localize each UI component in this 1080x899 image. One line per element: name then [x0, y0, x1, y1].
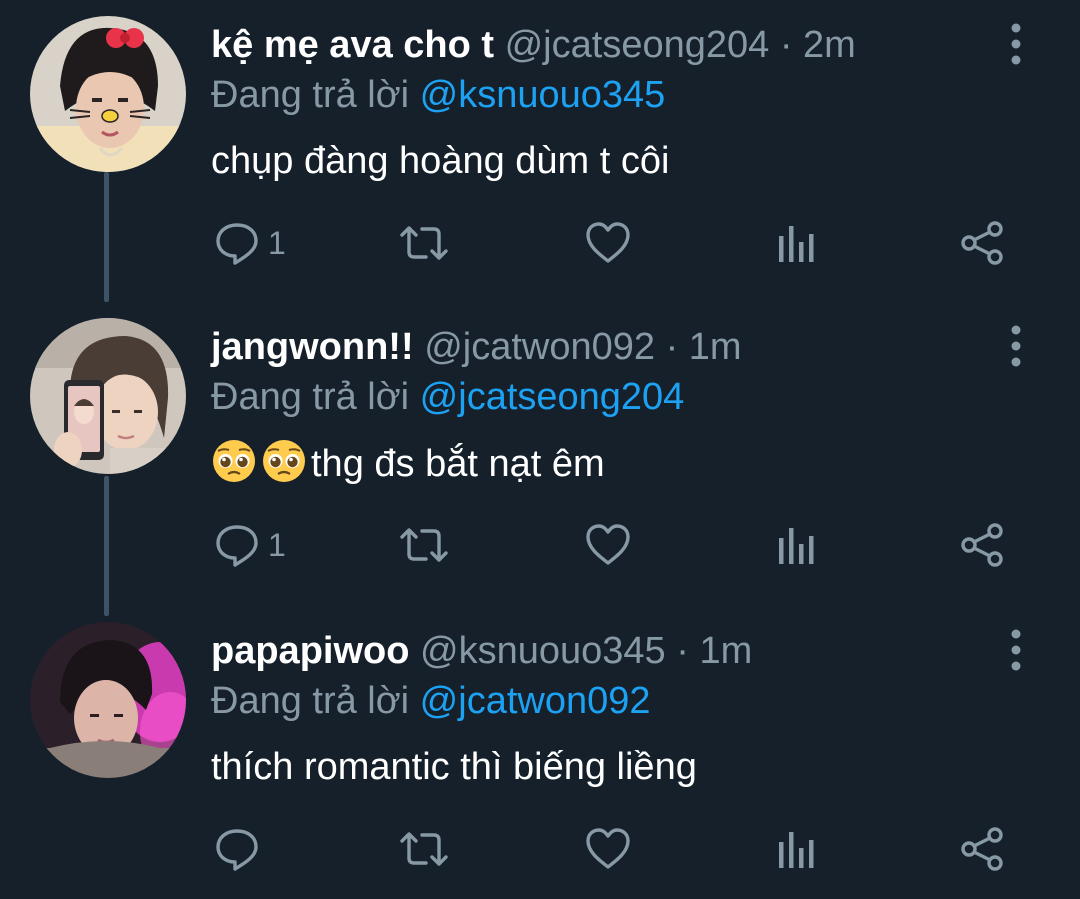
tweet-header: papapiwoo @ksnuouo345 · 1m	[211, 626, 980, 676]
mention-link[interactable]: @jcatseong204	[420, 376, 685, 418]
avatar[interactable]	[30, 318, 186, 474]
analytics-button[interactable]	[776, 520, 816, 570]
pleading-face-emoji	[211, 438, 257, 484]
heart-icon	[584, 522, 632, 568]
separator-dot: ·	[665, 326, 679, 368]
like-button[interactable]	[584, 824, 632, 874]
reply-icon	[214, 826, 260, 872]
share-icon	[960, 220, 1006, 266]
tweet-text-content: thg đs bắt nạt êm	[311, 443, 605, 485]
tweet-action-bar: 1	[0, 520, 1080, 570]
replying-prefix: Đang trả lời	[211, 680, 410, 722]
reply-button[interactable]: 1	[214, 218, 286, 268]
share-button[interactable]	[960, 824, 1006, 874]
tweet-text: thg đs bắt nạt êm	[211, 438, 605, 489]
retweet-button[interactable]	[398, 824, 450, 874]
display-name[interactable]: jangwonn!!	[211, 326, 414, 368]
tweet[interactable]: kệ mẹ ava cho t @jcatseong204 · 2m Đang …	[0, 0, 1080, 300]
like-button[interactable]	[584, 218, 632, 268]
tweet-header: kệ mẹ ava cho t @jcatseong204 · 2m	[211, 20, 980, 70]
retweet-button[interactable]	[398, 218, 450, 268]
share-button[interactable]	[960, 520, 1006, 570]
tweet-action-bar: 1	[0, 218, 1080, 268]
analytics-icon	[776, 826, 816, 872]
retweet-button[interactable]	[398, 520, 450, 570]
retweet-icon	[398, 220, 450, 266]
mention-link[interactable]: @ksnuouo345	[420, 74, 666, 116]
tweet-action-bar	[0, 824, 1080, 874]
reply-icon	[214, 220, 260, 266]
reply-thread: kệ mẹ ava cho t @jcatseong204 · 2m Đang …	[0, 0, 1080, 899]
retweet-icon	[398, 522, 450, 568]
pleading-face-emoji	[261, 438, 307, 484]
replying-prefix: Đang trả lời	[211, 74, 410, 116]
tweet[interactable]: jangwonn!! @jcatwon092 · 1m Đang trả lời…	[0, 302, 1080, 606]
tweet-text: chụp đàng hoàng dùm t côi	[211, 140, 670, 182]
tweet-text: thích romantic thì biếng liềng	[211, 746, 697, 788]
user-handle[interactable]: @ksnuouo345	[420, 630, 666, 672]
reply-button[interactable]: 1	[214, 520, 286, 570]
user-handle[interactable]: @jcatseong204	[505, 24, 770, 66]
analytics-icon	[776, 220, 816, 266]
reply-button[interactable]	[214, 824, 268, 874]
analytics-button[interactable]	[776, 218, 816, 268]
more-vertical-icon[interactable]	[1004, 322, 1028, 370]
timestamp[interactable]: 1m	[689, 326, 742, 368]
heart-icon	[584, 826, 632, 872]
reply-icon	[214, 522, 260, 568]
mention-link[interactable]: @jcatwon092	[420, 680, 651, 722]
replying-to-line: Đang trả lời @ksnuouo345	[211, 70, 665, 120]
replying-to-line: Đang trả lời @jcatseong204	[211, 372, 684, 422]
retweet-icon	[398, 826, 450, 872]
tweet[interactable]: papapiwoo @ksnuouo345 · 1m Đang trả lời …	[0, 606, 1080, 899]
reply-count: 1	[268, 526, 286, 563]
like-button[interactable]	[584, 520, 632, 570]
share-icon	[960, 826, 1006, 872]
reply-count: 1	[268, 224, 286, 261]
replying-prefix: Đang trả lời	[211, 376, 410, 418]
more-vertical-icon[interactable]	[1004, 626, 1028, 674]
avatar[interactable]	[30, 622, 186, 778]
analytics-button[interactable]	[776, 824, 816, 874]
display-name[interactable]: kệ mẹ ava cho t	[211, 24, 494, 66]
timestamp[interactable]: 1m	[699, 630, 752, 672]
user-handle[interactable]: @jcatwon092	[424, 326, 655, 368]
display-name[interactable]: papapiwoo	[211, 630, 409, 672]
analytics-icon	[776, 522, 816, 568]
avatar[interactable]	[30, 16, 186, 172]
share-button[interactable]	[960, 218, 1006, 268]
tweet-header: jangwonn!! @jcatwon092 · 1m	[211, 322, 980, 372]
separator-dot: ·	[779, 24, 793, 66]
timestamp[interactable]: 2m	[803, 24, 856, 66]
separator-dot: ·	[676, 630, 689, 672]
more-vertical-icon[interactable]	[1004, 20, 1028, 68]
heart-icon	[584, 220, 632, 266]
replying-to-line: Đang trả lời @jcatwon092	[211, 676, 651, 726]
share-icon	[960, 522, 1006, 568]
